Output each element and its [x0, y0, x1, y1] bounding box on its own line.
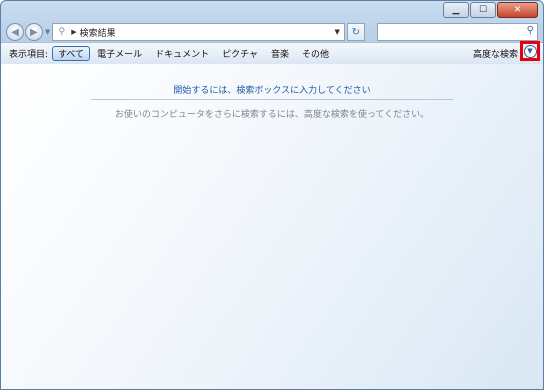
close-button[interactable]: ✕	[497, 2, 538, 18]
maximize-icon: ☐	[478, 5, 488, 15]
divider	[91, 99, 453, 100]
minimize-icon: ▁	[452, 5, 460, 15]
search-box[interactable]: ⚲	[376, 23, 538, 44]
advanced-search-toggle-button[interactable]: ▼	[520, 41, 540, 61]
search-filter-toolbar: 表示項目: すべて 電子メール ドキュメント ピクチャ 音楽 その他 高度な検索…	[1, 41, 543, 65]
advanced-search-label[interactable]: 高度な検索	[473, 47, 518, 60]
search-icon[interactable]: ⚲	[527, 25, 534, 36]
maximize-button[interactable]: ☐	[470, 2, 496, 18]
minimize-button[interactable]: ▁	[443, 2, 469, 18]
history-dropdown-icon[interactable]: ▼	[45, 28, 50, 36]
chevron-down-icon: ▼	[523, 44, 537, 58]
forward-button[interactable]: ▶	[24, 23, 43, 41]
address-path[interactable]: 検索結果	[80, 26, 116, 39]
refresh-icon: ↻	[351, 26, 360, 38]
filter-other[interactable]: その他	[296, 46, 335, 61]
filter-pictures[interactable]: ピクチャ	[216, 46, 264, 61]
back-button[interactable]: ◀	[6, 23, 24, 41]
search-folder-icon: ⚲	[58, 27, 66, 37]
breadcrumb-chevron-icon[interactable]: ▶	[71, 28, 76, 36]
filter-email[interactable]: 電子メール	[91, 46, 148, 61]
address-bar[interactable]: ⚲ ▶ 検索結果 ▼	[52, 23, 345, 41]
search-window: ▁ ☐ ✕ ◀ ▶ ▼ ⚲ ▶ 検索結果 ▼ ↻ ⚲ 表示項目: すべて 電子メ…	[0, 0, 544, 390]
forward-arrow-icon: ▶	[30, 26, 38, 38]
advanced-search-hint: お使いのコンピュータをさらに検索するには、高度な検索を使ってください。	[114, 110, 430, 120]
start-search-message[interactable]: 開始するには、検索ボックスに入力してください	[1, 83, 543, 96]
caption-buttons: ▁ ☐ ✕	[443, 2, 538, 18]
close-icon: ✕	[513, 5, 522, 15]
results-pane: 開始するには、検索ボックスに入力してください お使いのコンピュータをさらに検索す…	[1, 64, 543, 389]
refresh-button[interactable]: ↻	[346, 23, 365, 41]
show-label: 表示項目:	[9, 50, 49, 60]
filter-all[interactable]: すべて	[52, 46, 91, 61]
filter-music[interactable]: 音楽	[265, 46, 295, 61]
back-arrow-icon: ◀	[11, 26, 19, 38]
address-dropdown-icon[interactable]: ▼	[334, 28, 339, 36]
navigation-bar: ◀ ▶ ▼ ⚲ ▶ 検索結果 ▼ ↻ ⚲	[6, 21, 538, 44]
filter-documents[interactable]: ドキュメント	[149, 46, 215, 61]
